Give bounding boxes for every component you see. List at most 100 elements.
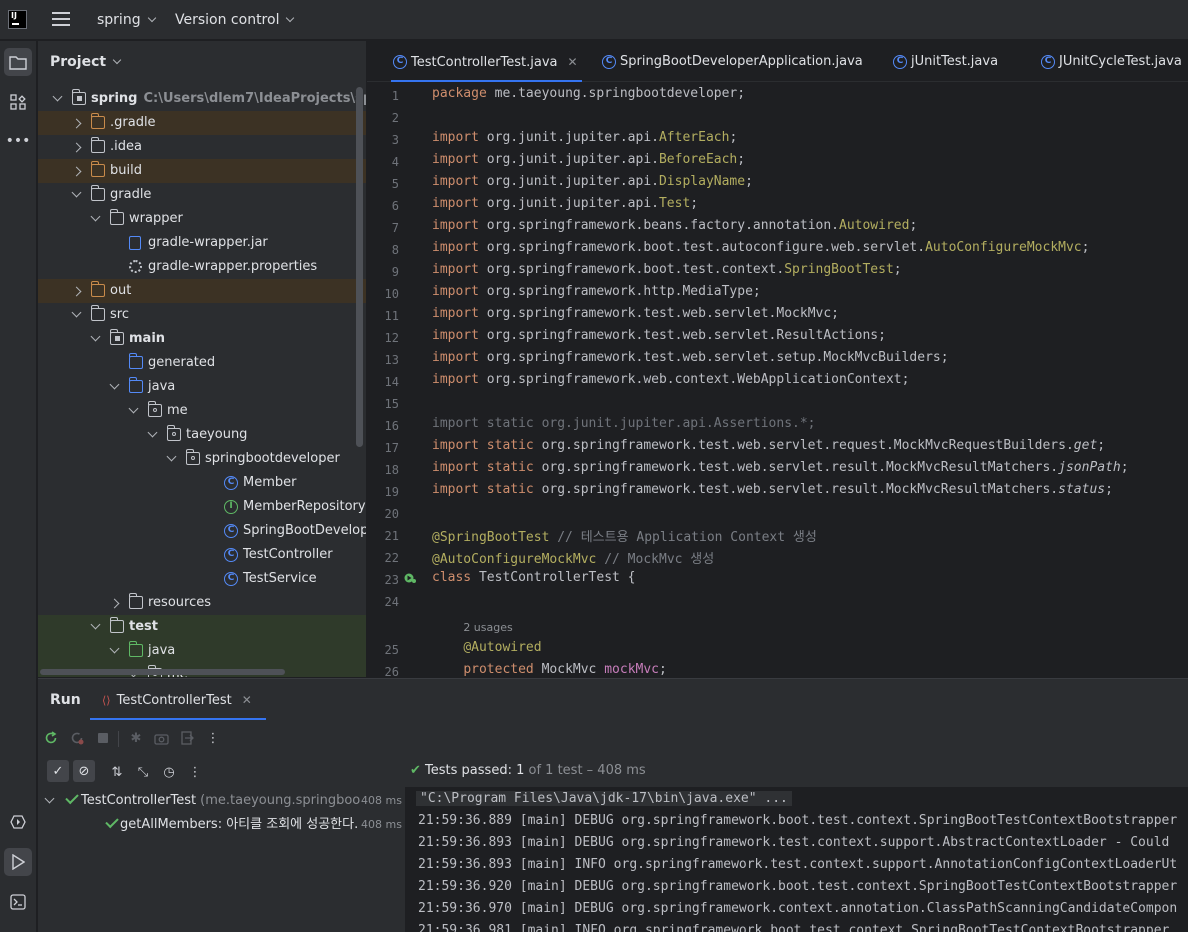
history-icon[interactable]: ◷ [160,763,178,781]
show-ignored-toggle[interactable]: ⊘ [73,760,95,782]
chevron-down-icon[interactable] [44,793,55,804]
title-bar: IJ spring Version control [0,0,1188,40]
chevron-down-icon[interactable] [128,403,139,414]
chevron-down-icon[interactable] [90,331,101,342]
tree-item-memberrepository[interactable]: I MemberRepository [38,495,366,519]
chevron-right-icon[interactable] [71,142,82,153]
tree-item-me[interactable]: me [38,399,366,423]
show-passed-toggle[interactable]: ✓ [47,760,69,782]
chevron-right-icon[interactable] [109,598,120,609]
main-menu-icon[interactable] [52,12,70,28]
line-number: 19 [384,485,399,499]
tree-item-src[interactable]: src [38,303,366,327]
project-folder-icon[interactable] [4,48,32,76]
tree-item-label: resources [148,595,212,610]
more-options-icon[interactable]: ⋮ [204,729,222,747]
tab-junitcycletest-java[interactable]: C JUnitCycleTest.java [1039,41,1182,82]
chevron-down-icon[interactable] [71,307,82,318]
tree-item-spring[interactable]: springC:\Users\dlem7\IdeaProjects\spring [38,87,366,111]
tree-item-wrapper[interactable]: wrapper [38,207,366,231]
exit-icon[interactable] [178,729,196,747]
run-test-gutter-icon[interactable] [404,572,416,584]
package-icon [148,401,162,417]
chevron-down-icon[interactable] [109,643,120,654]
chevron-down-icon [147,13,156,23]
module-folder-icon [110,329,124,345]
tree-item-testcontroller[interactable]: C TestController [38,543,366,567]
tree-item-label: main [129,331,166,346]
sort-icon[interactable]: ⇅ [108,763,126,781]
close-icon[interactable]: ✕ [242,693,252,707]
run-icon[interactable] [4,848,32,876]
camera-icon[interactable] [152,729,170,747]
terminal-icon[interactable] [4,888,32,916]
tree-item-resources[interactable]: resources [38,591,366,615]
tree-item-springbootdeveloper[interactable]: springbootdeveloper [38,447,366,471]
debug-icon[interactable]: ✱ [127,729,145,747]
code-line: import static org.junit.jupiter.api.Asse… [432,416,816,431]
tree-item--gradle[interactable]: .gradle [38,111,366,135]
stop-icon[interactable] [94,729,112,747]
console-line: 21:59:36.893 [main] DEBUG org.springfram… [418,835,1170,850]
chevron-right-icon[interactable] [71,166,82,177]
rerun-failed-icon[interactable] [68,729,86,747]
collapse-icon[interactable]: ⤡ [134,763,152,781]
tree-item--idea[interactable]: .idea [38,135,366,159]
tree-item-springbootdeveloperapplication[interactable]: C SpringBootDeveloperApplication [38,519,366,543]
code-area[interactable]: package me.taeyoung.springbootdeveloper;… [432,83,1188,677]
console-line: 21:59:36.920 [main] DEBUG org.springfram… [418,879,1178,894]
more-icon[interactable]: ••• [4,127,32,155]
tree-item-out[interactable]: out [38,279,366,303]
tree-item-test[interactable]: test [38,615,366,639]
console-output[interactable]: "C:\Program Files\Java\jdk-17\bin\java.e… [405,787,1188,932]
tab-testcontrollertest[interactable]: ⟨⟩ TestControllerTest ✕ [90,679,266,720]
chevron-down-icon[interactable] [147,427,158,438]
chevron-down-icon[interactable] [166,451,177,462]
test-case-row[interactable]: getAllMembers: 아티클 조회에 성공한다. 408 ms [38,813,404,837]
tree-item-testservice[interactable]: C TestService [38,567,366,591]
code-line: import org.junit.jupiter.api.BeforeEach; [432,152,746,167]
tree-item-label: .gradle [110,115,156,130]
chevron-down-icon[interactable] [52,91,63,102]
version-control-menu[interactable]: Version control [175,12,295,28]
package-icon [186,449,200,465]
tab-junittest-java[interactable]: CjUnitTest.java [891,41,998,82]
tree-item-java[interactable]: java [38,375,366,399]
structure-icon[interactable] [4,88,32,116]
tree-item-generated[interactable]: generated [38,351,366,375]
rerun-icon[interactable] [42,729,60,747]
test-suite-row[interactable]: TestControllerTest (me.taeyoung.springboo… [38,789,404,813]
tab-testcontrollertest-java[interactable]: C TestControllerTest.java ✕ [391,41,582,82]
project-panel-title[interactable]: Project [50,54,122,70]
tree-item-label: springC:\Users\dlem7\IdeaProjects\spring [91,87,366,111]
chevron-right-icon[interactable] [71,118,82,129]
close-icon[interactable]: ✕ [568,55,578,69]
tree-item-label: gradle-wrapper.jar [148,235,268,250]
chevron-down-icon[interactable] [90,619,101,630]
tree-item-member[interactable]: C Member [38,471,366,495]
tree-item-taeyoung[interactable]: taeyoung [38,423,366,447]
tree-item-label: gradle-wrapper.properties [148,259,318,274]
tree-horizontal-scrollbar[interactable] [40,669,285,675]
java-class-icon: C [893,55,907,69]
services-icon[interactable] [4,808,32,836]
tree-item-java[interactable]: java [38,639,366,663]
project-switcher[interactable]: spring [97,12,156,28]
tree-item-main[interactable]: main [38,327,366,351]
tree-item-gradle-wrapper-properties[interactable]: gradle-wrapper.properties [38,255,366,279]
chevron-down-icon[interactable] [90,211,101,222]
tree-vertical-scrollbar[interactable] [356,87,363,447]
tree-item-build[interactable]: build [38,159,366,183]
chevron-down-icon[interactable] [109,379,120,390]
chevron-right-icon[interactable] [71,286,82,297]
more-options-icon[interactable]: ⋮ [186,763,204,781]
tree-item-gradle[interactable]: gradle [38,183,366,207]
package-icon [167,425,181,441]
chevron-down-icon[interactable] [71,187,82,198]
tab-label: TestControllerTest.java [411,55,558,70]
tree-item-gradle-wrapper-jar[interactable]: gradle-wrapper.jar [38,231,366,255]
package-dot [191,456,195,460]
tree-item-label: test [129,619,158,634]
run-tool-window: Run ⟨⟩ TestControllerTest ✕ ✱ ⋮ ✓ ⊘ ⇅ ⤡ ◷ … [38,678,1188,932]
tab-springbootdeveloperapplication-java[interactable]: C SpringBootDeveloperApplication.java [600,41,863,82]
